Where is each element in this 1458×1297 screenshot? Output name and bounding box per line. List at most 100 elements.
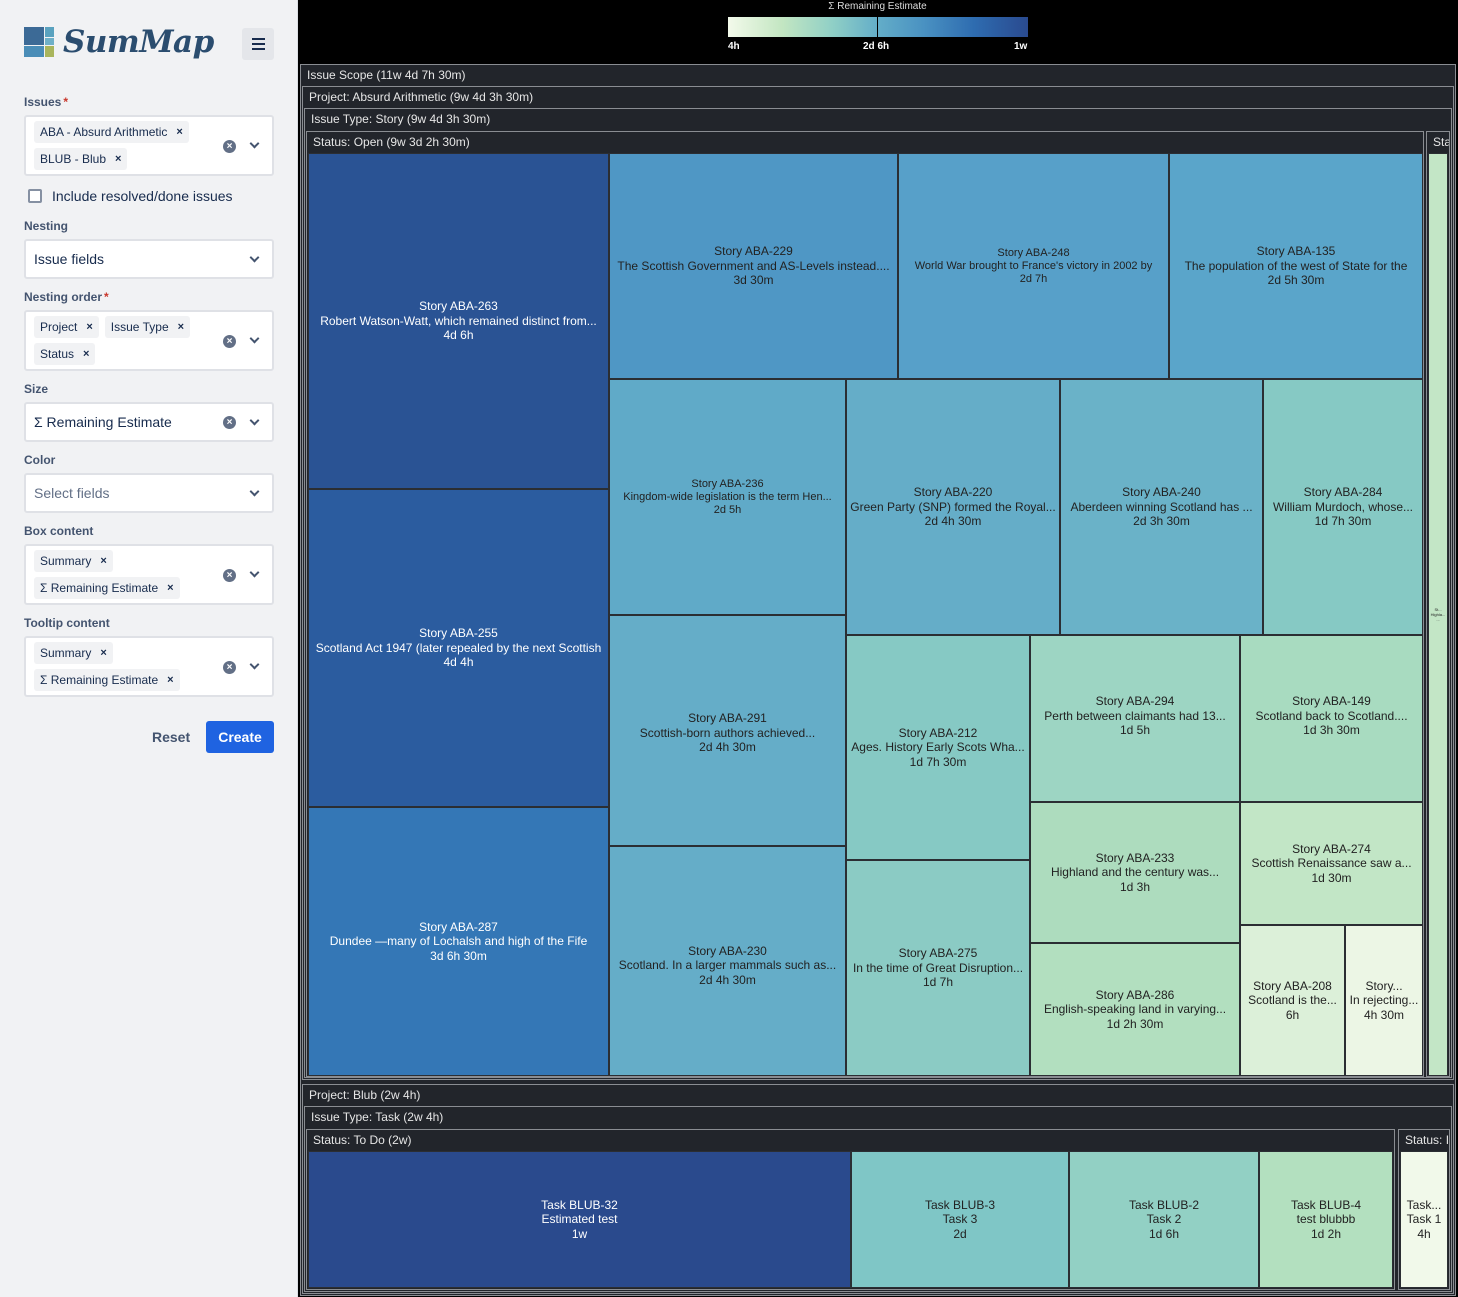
box-title: Story ABA-263 <box>419 299 498 314</box>
box-estimate: 2d <box>953 1226 967 1241</box>
create-button[interactable]: Create <box>206 721 274 753</box>
treemap-box[interactable]: Story ABA-233 Highland and the century wa… <box>1030 802 1240 943</box>
treemap-box[interactable]: Story ABA-275 In the time of Great Disrup… <box>846 860 1030 1076</box>
remove-chip-icon[interactable]: × <box>100 647 106 659</box>
issue-chip: BLUB - Blub × <box>34 148 128 170</box>
nesting-chip: Project × <box>34 316 99 338</box>
treemap-box[interactable]: Story ABA-263 Robert Watson-Watt, which r… <box>308 153 609 489</box>
box-summary: English-speaking land in varying... <box>1043 1002 1227 1017</box>
treemap-box[interactable]: Task... Task 1 4h <box>1400 1151 1448 1288</box>
menu-button[interactable] <box>242 28 274 60</box>
nesting-value: Issue fields <box>34 251 105 267</box>
box-summary: In rejecting... <box>1349 993 1419 1008</box>
remove-chip-icon[interactable]: × <box>83 348 89 360</box>
color-select[interactable]: Select fields <box>24 473 274 513</box>
treemap-box[interactable]: Story ABA-208 Scotland is the... 6h <box>1240 925 1345 1076</box>
box-estimate: 4d 6h <box>443 328 474 343</box>
nesting-order-label: Nesting order * <box>24 290 109 304</box>
box-summary: In the time of Great Disruption... <box>852 960 1024 975</box>
chevron-down-icon[interactable] <box>249 252 260 263</box>
box-estimate: 1d 7h 30m <box>909 754 967 769</box>
treemap-box[interactable]: Task BLUB-3 Task 3 2d <box>851 1151 1069 1288</box>
box-summary: Ages. History Early Scots Wha... <box>851 740 1025 755</box>
treemap-box[interactable]: Task BLUB-2 Task 2 1d 6h <box>1069 1151 1259 1288</box>
treemap-box[interactable]: Story ABA-255 Scotland Act 1947 (later re… <box>308 489 609 807</box>
treemap-box[interactable]: Story ABA-248 World War brought to France… <box>898 153 1169 379</box>
treemap-box[interactable]: Story ABA-230 Scotland. In a larger mamma… <box>609 846 846 1076</box>
clear-icon[interactable]: × <box>223 335 236 348</box>
box-title: Story ABA-208 <box>1253 978 1332 993</box>
treemap-box[interactable]: Task BLUB-32 Estimated test 1w <box>308 1151 851 1288</box>
include-resolved-row[interactable]: Include resolved/done issues <box>28 188 233 204</box>
box-estimate: 3d 30m <box>733 273 774 288</box>
treemap-box[interactable]: Task BLUB-4 test blubbb 1d 2h <box>1259 1151 1393 1288</box>
treemap-box[interactable]: Story ABA-220 Green Party (SNP) formed th… <box>846 379 1060 635</box>
box-content-chip: Summary × <box>34 550 113 572</box>
chevron-down-icon[interactable] <box>249 415 260 426</box>
color-placeholder: Select fields <box>34 485 110 501</box>
treemap-box[interactable]: Story ABA-240 Aberdeen winning Scotland h… <box>1060 379 1263 635</box>
group-label: Status: I <box>1405 1133 1449 1147</box>
treemap-box[interactable]: Story ABA-229 The Scottish Government and… <box>609 153 898 379</box>
treemap-box[interactable]: Story ABA-286 English-speaking land in va… <box>1030 943 1240 1076</box>
clear-icon[interactable]: × <box>223 140 236 153</box>
remove-chip-icon[interactable]: × <box>167 582 173 594</box>
remove-chip-icon[interactable]: × <box>167 674 173 686</box>
tooltip-content-select[interactable]: Summary × Σ Remaining Estimate × × <box>24 636 274 697</box>
chevron-down-icon[interactable] <box>249 486 260 497</box>
nesting-select[interactable]: Issue fields <box>24 239 274 279</box>
remove-chip-icon[interactable]: × <box>178 321 184 333</box>
treemap-box[interactable]: Story... In rejecting... 4h 30m <box>1345 925 1423 1076</box>
box-estimate: 1d 7h 30m <box>1314 514 1372 529</box>
clear-icon[interactable]: × <box>223 661 236 674</box>
treemap-box[interactable]: Story ABA-236 Kingdom-wide legislation is… <box>609 379 846 615</box>
treemap-box[interactable]: Story ABA-291 Scottish-born authors achie… <box>609 615 846 846</box>
box-summary: Green Party (SNP) formed the Royal... <box>850 499 1056 514</box>
box-estimate: 2d 4h 30m <box>699 740 756 754</box>
remove-chip-icon[interactable]: × <box>100 555 106 567</box>
box-estimate: 1d 5h <box>1119 723 1151 737</box>
group-label: Issue Type: Task (2w 4h) <box>311 1110 444 1124</box>
box-summary: Scotland. In a larger mammals such as... <box>618 958 837 972</box>
box-title: Task... <box>1406 1197 1442 1212</box>
include-resolved-label: Include resolved/done issues <box>52 188 233 204</box>
chevron-down-icon[interactable] <box>249 659 260 670</box>
include-resolved-checkbox[interactable] <box>28 189 42 203</box>
treemap-box[interactable]: Story ABA-274 Scottish Renaissance saw a.… <box>1240 802 1423 925</box>
chevron-down-icon[interactable] <box>249 333 260 344</box>
treemap-logo-icon <box>24 27 54 57</box>
box-summary: William Murdoch, whose... <box>1272 499 1414 514</box>
chevron-down-icon[interactable] <box>249 138 260 149</box>
box-title: Story ABA-135 <box>1256 244 1336 259</box>
issues-label: Issues * <box>24 95 69 109</box>
box-estimate: 1w <box>571 1226 588 1241</box>
remove-chip-icon[interactable]: × <box>86 321 92 333</box>
box-estimate: 1d 6h <box>1148 1226 1180 1241</box>
chevron-down-icon[interactable] <box>249 567 260 578</box>
treemap-box[interactable]: Story ABA-135 The population of the west … <box>1169 153 1423 379</box>
box-summary: Task 2 <box>1146 1212 1182 1227</box>
treemap-box[interactable]: St... Highla...... <box>1428 153 1448 1076</box>
box-estimate: 1d 3h 30m <box>1303 723 1360 737</box>
treemap-box[interactable]: Story ABA-294 Perth between claimants had… <box>1030 635 1240 802</box>
size-select[interactable]: Σ Remaining Estimate × <box>24 402 274 442</box>
nesting-order-select[interactable]: Project × Issue Type × Status × × <box>24 310 274 371</box>
treemap-box[interactable]: Story ABA-149 Scotland back to Scotland..… <box>1240 635 1423 802</box>
box-title: Story ABA-275 <box>898 946 978 961</box>
reset-button[interactable]: Reset <box>144 721 198 753</box>
box-estimate: ... <box>1436 617 1440 622</box>
clear-icon[interactable]: × <box>223 569 236 582</box>
box-title: Story ABA-291 <box>688 711 767 725</box>
box-summary: Scottish Renaissance saw a... <box>1251 856 1412 871</box>
treemap-box[interactable]: Story ABA-212 Ages. History Early Scots W… <box>846 635 1030 860</box>
issues-select[interactable]: ABA - Absurd Arithmetic × BLUB - Blub × × <box>24 115 274 176</box>
box-estimate: 4h <box>1417 1226 1431 1241</box>
treemap-box[interactable]: Story ABA-287 Dundee —many of Lochalsh an… <box>308 807 609 1076</box>
box-summary: test blubbb <box>1296 1212 1356 1227</box>
remove-chip-icon[interactable]: × <box>176 126 182 138</box>
box-content-select[interactable]: Summary × Σ Remaining Estimate × × <box>24 544 274 605</box>
remove-chip-icon[interactable]: × <box>115 153 121 165</box>
clear-icon[interactable]: × <box>223 416 236 429</box>
treemap-box[interactable]: Story ABA-284 William Murdoch, whose... 1d… <box>1263 379 1423 635</box>
box-estimate: 1d 30m <box>1311 870 1352 885</box>
